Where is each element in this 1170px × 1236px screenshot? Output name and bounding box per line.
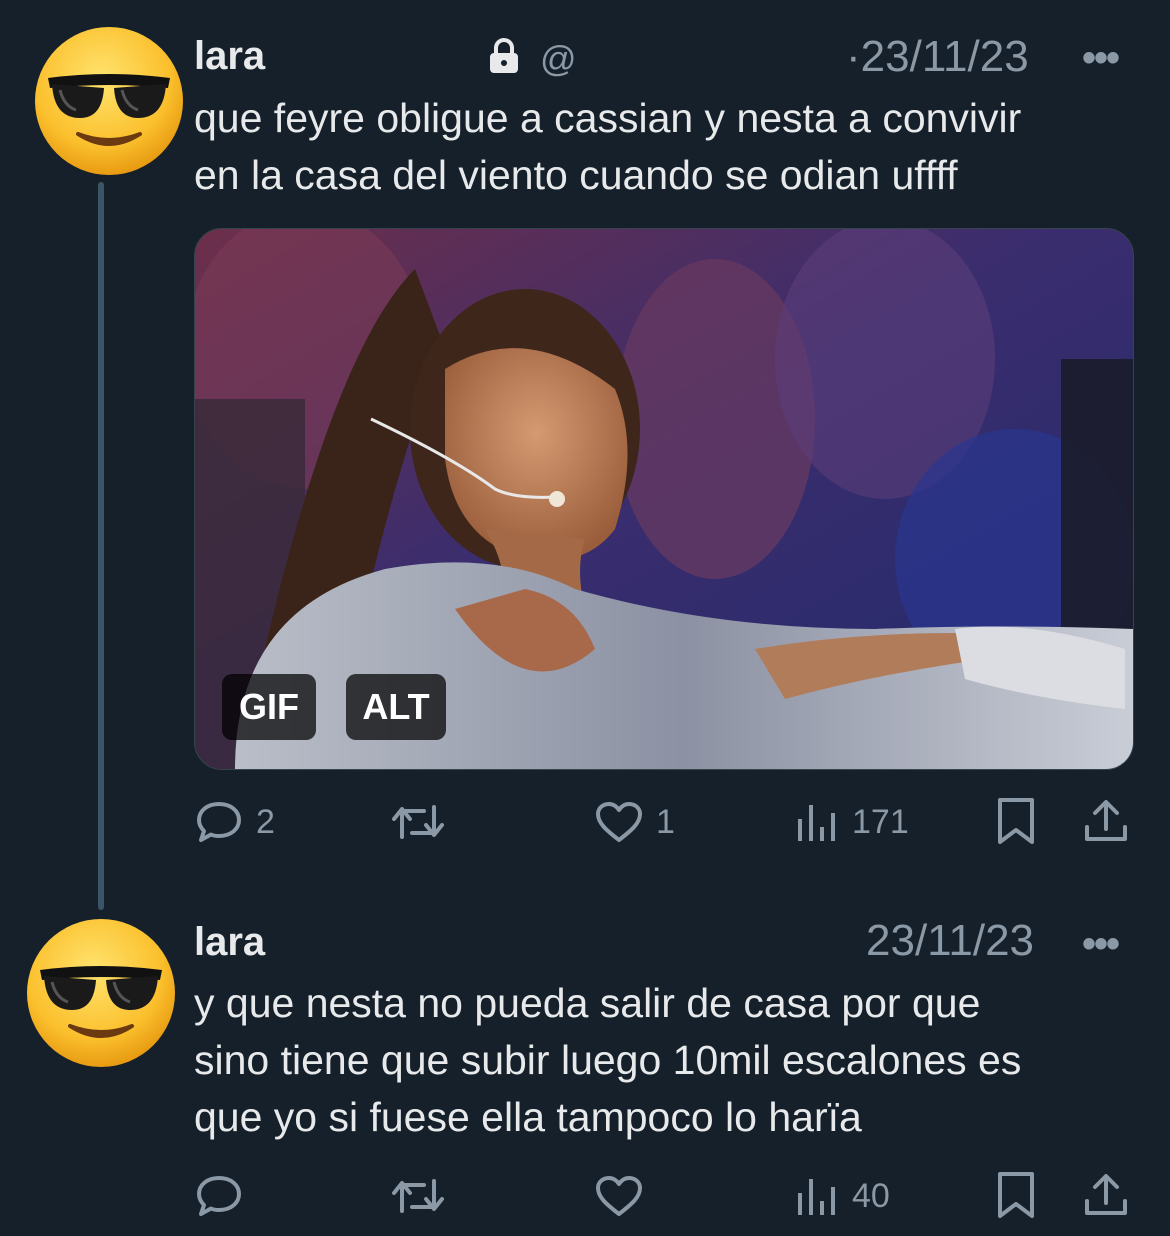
date-separator: · [846, 32, 861, 81]
more-options-icon[interactable]: ••• [1082, 36, 1120, 81]
like-button[interactable]: 1 [594, 792, 675, 852]
share-icon [1085, 800, 1127, 841]
speech-bubble-icon [197, 1176, 241, 1216]
view-count: 40 [852, 1176, 890, 1215]
gif-media[interactable] [194, 228, 1134, 770]
sunglasses-emoji-icon [27, 919, 175, 1067]
action-bar: 2 1 171 [194, 792, 1134, 852]
avatar[interactable] [34, 26, 184, 176]
more-options-icon[interactable]: ••• [1082, 922, 1120, 967]
like-count: 1 [656, 802, 675, 841]
date-value: 23/11/23 [860, 32, 1029, 81]
retweet-icon [392, 805, 444, 839]
avatar[interactable] [26, 918, 176, 1068]
display-name[interactable]: lara [194, 34, 265, 79]
like-button[interactable] [594, 1166, 656, 1226]
bookmark-button[interactable] [994, 792, 1038, 852]
reply-button[interactable] [194, 1166, 256, 1226]
bookmark-icon [998, 1172, 1034, 1218]
reply-count: 2 [256, 802, 275, 841]
action-bar: 40 [194, 1166, 1134, 1226]
retweet-button[interactable] [390, 1166, 458, 1226]
heart-icon [596, 802, 642, 842]
alt-badge[interactable]: ALT [346, 674, 446, 740]
tweet-date[interactable]: 23/11/23 [866, 916, 1034, 966]
bookmark-icon [998, 798, 1034, 844]
gif-preview-image [195, 229, 1133, 769]
heart-icon [596, 1176, 642, 1216]
reply-button[interactable]: 2 [194, 792, 275, 852]
tweet-date[interactable]: ·23/11/23 [846, 32, 1029, 82]
display-name[interactable]: lara [194, 920, 265, 965]
share-icon [1085, 1174, 1127, 1215]
tweet-text-line: sino tiene que subir luego 10mil escalon… [194, 1037, 1022, 1083]
tweet-text-line: que yo si fuese ella tampoco lo harïa [194, 1094, 862, 1140]
share-button[interactable] [1082, 792, 1130, 852]
views-button[interactable]: 40 [794, 1166, 890, 1226]
retweet-button[interactable] [390, 792, 458, 852]
tweet-text: y que nesta no pueda salir de casa por q… [194, 975, 1134, 1146]
retweet-icon [392, 1179, 444, 1213]
tweet[interactable]: lara @ ·23/11/23 ••• que feyre obligue a… [0, 0, 1170, 900]
tweet-text-line: que feyre obligue a cassian y nesta a co… [194, 95, 1022, 141]
bar-chart-icon [798, 805, 835, 841]
sunglasses-emoji-icon [35, 27, 183, 175]
views-button[interactable]: 171 [794, 792, 909, 852]
tweet-text: que feyre obligue a cassian y nesta a co… [194, 90, 1134, 204]
tweet[interactable]: lara 23/11/23 ••• y que nesta no pueda s… [0, 900, 1170, 1236]
speech-bubble-icon [197, 802, 241, 842]
tweet-text-line: y que nesta no pueda salir de casa por q… [194, 980, 981, 1026]
handle[interactable]: @ [540, 38, 577, 80]
view-count: 171 [852, 802, 909, 841]
gif-badge: GIF [222, 674, 316, 740]
tweet-text-line: en la casa del viento cuando se odian uf… [194, 152, 958, 198]
bookmark-button[interactable] [994, 1166, 1038, 1226]
bar-chart-icon [798, 1179, 835, 1215]
lock-icon [487, 37, 521, 80]
share-button[interactable] [1082, 1166, 1130, 1226]
